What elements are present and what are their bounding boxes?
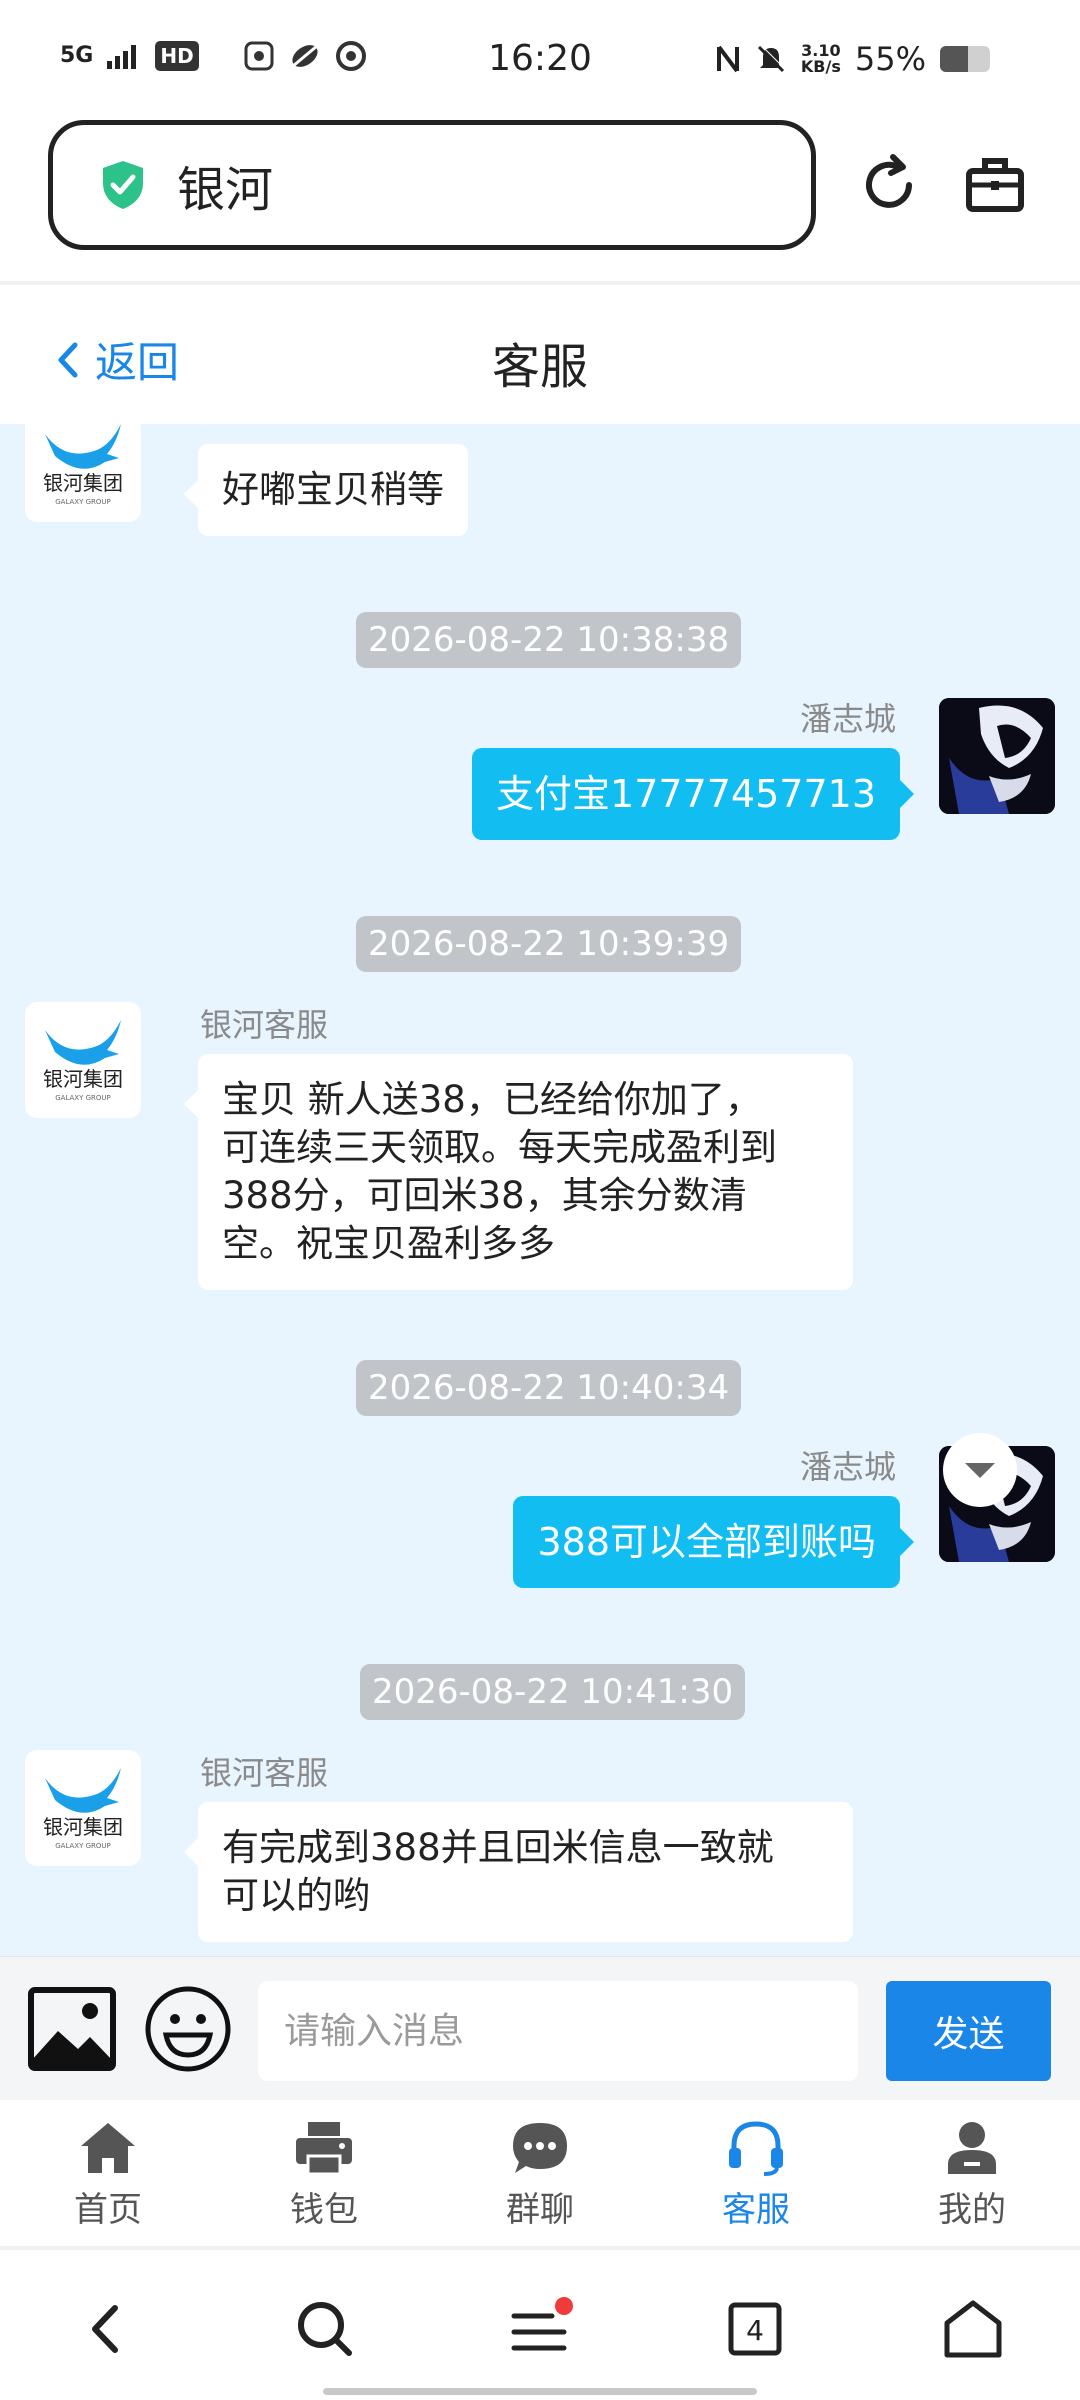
nav-item-group-chat[interactable]: 群聊: [432, 2100, 648, 2246]
image-button[interactable]: [28, 1987, 116, 2075]
scroll-to-bottom-button[interactable]: [943, 1433, 1017, 1507]
bubble-line: 有完成到388并且回米信息一致就: [222, 1826, 774, 1869]
nav-item-customer-service[interactable]: 客服: [648, 2100, 864, 2246]
sender-name: 银河客服: [200, 1006, 329, 1044]
search-button[interactable]: [290, 2294, 360, 2364]
status-bar: 5G HD 16:20 3.10 KB/s 55%: [0, 0, 1080, 120]
toolbox-icon: [966, 158, 1024, 212]
chat-bubble-cs: 宝贝 新人送38，已经给你加了， 可连续三天领取。每天完成盈利到 388分，可回…: [184, 1054, 853, 1290]
mute-icon: [757, 44, 786, 73]
bubble-line: 空。祝宝贝盈利多多: [222, 1222, 555, 1265]
sender-name: 银河客服: [200, 1754, 329, 1792]
sender-name: 潘志城: [799, 700, 896, 738]
tab-count: 4: [746, 2314, 764, 2347]
home-button[interactable]: [938, 2294, 1008, 2364]
logo-cn: 银河集团: [43, 1067, 123, 1091]
galaxy-logo-icon: 银河集团 GALAXY GROUP: [43, 1768, 123, 1850]
shield-check-icon: [103, 161, 143, 209]
chat-bubble-cs: 好嘟宝贝稍等: [184, 444, 468, 536]
bubble-line: 可连续三天领取。每天完成盈利到: [222, 1126, 777, 1169]
battery-icon: [940, 46, 990, 72]
chat-bubble-cs: 有完成到388并且回米信息一致就 可以的哟: [184, 1802, 853, 1942]
chat-timestamp: 2026-08-22 10:38:38: [356, 612, 742, 668]
browser-bar: 银河: [0, 120, 1080, 285]
sender-name: 潘志城: [799, 1448, 896, 1486]
user-avatar-image: [939, 698, 1055, 814]
chat-timestamp: 2026-08-22 10:40:34: [356, 1360, 742, 1416]
bubble-line: 388分，可回米38，其余分数清: [222, 1174, 747, 1217]
address-bar[interactable]: 银河: [48, 120, 816, 250]
emoji-button[interactable]: [144, 1985, 232, 2077]
chat-timestamp: 2026-08-22 10:39:39: [356, 916, 742, 972]
nav-item-profile[interactable]: 我的: [864, 2100, 1080, 2246]
home-indicator[interactable]: [323, 2388, 757, 2395]
printer-icon: [296, 2122, 352, 2176]
page-header: 返回 客服: [0, 289, 1080, 424]
bottom-nav: 首页 钱包 群聊 客服 我的: [0, 2100, 1080, 2250]
nav-label: 客服: [722, 2190, 790, 2230]
system-nav: 4: [0, 2254, 1080, 2400]
chat-timestamp: 2026-08-22 10:41:30: [360, 1664, 746, 1720]
emoji-icon: [145, 1986, 231, 2072]
battery-percent: 55%: [854, 40, 926, 78]
headset-icon: [729, 2121, 783, 2176]
tabs-button[interactable]: 4: [720, 2294, 790, 2364]
nav-item-home[interactable]: 首页: [0, 2100, 216, 2246]
speed-unit: KB/s: [800, 57, 841, 76]
chat-area[interactable]: 银河集团 GALAXY GROUP 好嘟宝贝稍等 2026-08-22 10:3…: [0, 424, 1080, 1956]
nav-label: 群聊: [506, 2190, 574, 2230]
home-outline-icon: [944, 2300, 1002, 2358]
bubble-line: 可以的哟: [222, 1874, 370, 1917]
search-icon: [298, 2302, 352, 2356]
network-speed: 3.10 KB/s: [801, 43, 841, 75]
user-icon: [948, 2122, 996, 2174]
image-icon: [28, 1987, 116, 2071]
tabs-icon: 4: [728, 2302, 782, 2356]
nfc-icon: [716, 45, 739, 73]
chat-bubble-user: 支付宝17777457713: [472, 748, 914, 840]
home-icon: [81, 2123, 135, 2173]
message-composer: 发送: [0, 1956, 1080, 2100]
logo-en: GALAXY GROUP: [55, 498, 111, 506]
galaxy-logo-icon: 银河集团 GALAXY GROUP: [43, 424, 123, 506]
user-avatar: [939, 698, 1055, 814]
page-title: 客服: [491, 339, 588, 395]
reload-icon: [866, 154, 912, 208]
cs-avatar: 银河集团 GALAXY GROUP: [25, 424, 141, 522]
caret-down-icon: [965, 1463, 995, 1478]
battery-fill: [940, 46, 968, 72]
toolbox-button[interactable]: [955, 145, 1035, 225]
chevron-left-icon: [92, 2305, 118, 2353]
browser-back-button[interactable]: [70, 2294, 140, 2364]
nav-label: 钱包: [290, 2190, 358, 2230]
logo-en: GALAXY GROUP: [55, 1842, 111, 1850]
status-right: 3.10 KB/s 55%: [715, 40, 990, 78]
menu-icon: [511, 2297, 573, 2351]
galaxy-logo-icon: 银河集团 GALAXY GROUP: [43, 1020, 123, 1102]
chat-bubble-icon: [513, 2123, 567, 2173]
send-button[interactable]: 发送: [886, 1981, 1051, 2081]
logo-cn: 银河集团: [43, 471, 123, 495]
nav-label: 首页: [74, 2190, 142, 2230]
logo-cn: 银河集团: [43, 1815, 123, 1839]
nav-item-wallet[interactable]: 钱包: [216, 2100, 432, 2246]
menu-button[interactable]: [506, 2294, 576, 2364]
reload-button[interactable]: [849, 145, 929, 225]
cs-avatar: 银河集团 GALAXY GROUP: [25, 1002, 141, 1118]
site-title: 银河: [177, 162, 274, 218]
chat-bubble-user: 388可以全部到账吗: [513, 1496, 914, 1588]
logo-en: GALAXY GROUP: [55, 1094, 111, 1102]
cs-avatar: 银河集团 GALAXY GROUP: [25, 1750, 141, 1866]
bubble-line: 宝贝 新人送38，已经给你加了，: [222, 1078, 762, 1121]
nav-label: 我的: [938, 2190, 1006, 2230]
message-input[interactable]: [258, 1981, 858, 2081]
